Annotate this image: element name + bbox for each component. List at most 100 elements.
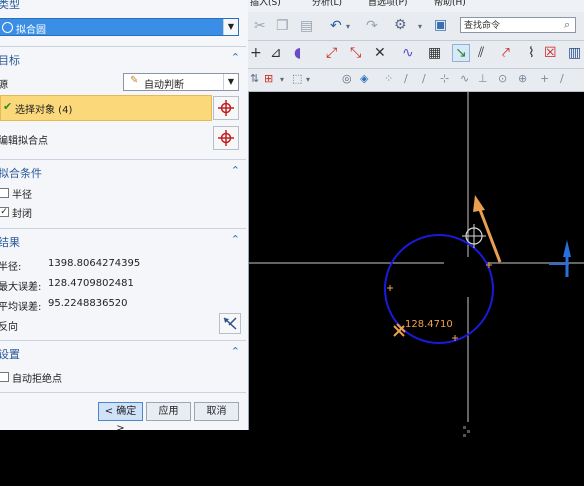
select-object-button[interactable] <box>213 96 239 120</box>
radius-checkbox[interactable] <box>0 188 9 198</box>
chevron-down-icon[interactable]: ▾ <box>346 19 350 35</box>
divider <box>0 392 246 393</box>
copy-icon[interactable]: ❐ <box>276 18 289 34</box>
source-dropdown[interactable]: ✎ 自动判断 ▼ <box>123 73 239 91</box>
auto-reject-checkbox[interactable] <box>0 372 9 382</box>
reverse-direction-button[interactable] <box>219 313 241 334</box>
snap-perp-icon[interactable]: ⊥ <box>478 71 488 87</box>
circle-icon <box>2 22 13 33</box>
tangent-icon[interactable]: ⤡ <box>350 45 361 61</box>
intersect-icon[interactable]: ✕ <box>374 45 386 61</box>
avg-error-value: 95.2248836520 <box>48 298 128 309</box>
filter-icon[interactable]: ⇅ <box>250 71 259 87</box>
curve-toolbar: + ⊿ ◖ ⤢ ⤡ ✕ ∿ ▦ ↘ ⫽ ⤤ ⌇ ☒ ▥ <box>248 41 584 69</box>
snap-circle-icon[interactable]: ⊙ <box>498 71 507 87</box>
settings-header[interactable]: 设置 ⌃ <box>0 344 246 362</box>
bridge-icon[interactable]: ⤤ <box>502 45 510 61</box>
rect-select-icon[interactable]: ⬚ <box>292 71 302 87</box>
radius-checkbox-label: 半径 <box>12 190 32 201</box>
snap-mid-icon[interactable]: ∕ <box>422 71 426 87</box>
extend-icon[interactable]: ⌇ <box>528 45 535 61</box>
collapse-chevron-icon[interactable]: ⌃ <box>231 0 240 8</box>
snap-end-icon[interactable]: ∕ <box>404 71 408 87</box>
graphics-viewport[interactable]: 128.4710 <box>249 92 584 486</box>
menu-preferences[interactable]: 首选项(P) <box>368 0 407 8</box>
chevron-down-icon[interactable]: ▼ <box>223 74 238 90</box>
reverse-arrows-icon <box>223 317 237 330</box>
apply-button[interactable]: 应用 <box>146 402 191 421</box>
edit-points-label: 编辑拟合点 <box>0 136 48 147</box>
collapse-chevron-icon[interactable]: ⌃ <box>231 164 240 177</box>
standard-toolbar: ✂ ❐ ▤ ↶ ▾ ↷ ⚙ ▾ ▣ 查找命令 ⌕ <box>248 12 584 41</box>
collapse-chevron-icon[interactable]: ⌃ <box>231 51 240 64</box>
sphere-icon[interactable]: ◎ <box>342 71 352 87</box>
snap-grid-icon[interactable]: ⁘ <box>384 71 393 87</box>
source-label: 源 <box>0 76 8 91</box>
search-command-input[interactable]: 查找命令 <box>460 17 576 33</box>
snap-line-icon[interactable]: ∕ <box>560 71 564 87</box>
results-header[interactable]: 结果 ⌃ <box>0 232 246 250</box>
chevron-down-icon[interactable]: ▾ <box>280 72 284 88</box>
divider <box>0 340 246 341</box>
select-object-row[interactable]: ✔ 选择对象 (4) <box>0 95 212 121</box>
fit-type-dropdown[interactable]: 拟合圆 ▼ <box>0 18 239 36</box>
menu-insert[interactable]: 插入(S) <box>250 0 281 8</box>
chevron-down-icon[interactable]: ▾ <box>418 19 422 35</box>
direction-vector-head <box>473 195 485 212</box>
snap-point-icon[interactable]: ⊞ <box>264 71 273 87</box>
max-error-point-marker <box>393 323 406 337</box>
snap-center-icon[interactable]: ⊹ <box>440 71 449 87</box>
line-icon[interactable]: ⤢ <box>326 45 337 61</box>
cube-icon[interactable]: ◈ <box>360 71 368 87</box>
triad-arrow-head <box>563 240 571 257</box>
arc-icon[interactable]: ◖ <box>294 45 301 61</box>
command-finder-icon[interactable]: ⚙ <box>394 17 407 33</box>
target-section-header[interactable]: 目标 ⌃ <box>0 50 246 68</box>
profile-icon[interactable]: ⊿ <box>270 45 282 61</box>
collapse-chevron-icon[interactable]: ⌃ <box>231 233 240 246</box>
menu-analysis[interactable]: 分析(L) <box>312 0 342 8</box>
radius-result-label: 半径: <box>0 262 22 273</box>
auto-reject-label: 自动拒绝点 <box>12 374 62 385</box>
wand-icon: ✎ <box>130 75 139 86</box>
check-icon[interactable]: ☒ <box>544 45 557 61</box>
fit-conditions-header[interactable]: 拟合条件 ⌃ <box>0 163 246 181</box>
chevron-down-icon[interactable]: ▼ <box>223 19 238 35</box>
checkmark-icon: ✔ <box>3 100 13 113</box>
point-icon[interactable]: + <box>250 45 262 61</box>
type-section-title: 类型 <box>0 0 20 11</box>
viewport-canvas[interactable] <box>249 92 584 486</box>
crosshair-icon <box>218 130 234 146</box>
results-title: 结果 <box>0 236 20 249</box>
cut-icon[interactable]: ✂ <box>254 18 266 34</box>
cancel-button[interactable]: 取消 <box>194 402 239 421</box>
closed-checkbox[interactable]: ✓ <box>0 207 9 217</box>
table-icon[interactable]: ▦ <box>428 45 441 61</box>
selection-toolbar: ⇅ ⊞ ▾ ⬚ ▾ ◎ ◈ ⁘ ∕ ∕ ⊹ ∿ ⊥ ⊙ ⊕ + ∕ <box>248 69 584 92</box>
spline-icon[interactable]: ∿ <box>402 45 414 61</box>
type-section-header[interactable]: 类型 ⌃ <box>0 0 246 12</box>
view-triad-icon <box>463 426 470 437</box>
max-error-annotation: 128.4710 <box>405 319 453 330</box>
chevron-down-icon[interactable]: ▾ <box>306 72 310 88</box>
closed-checkbox-label: 封闭 <box>12 209 32 220</box>
max-error-label: 最大误差: <box>0 282 42 293</box>
grid-icon[interactable]: ▥ <box>568 45 581 61</box>
divider <box>0 46 246 47</box>
fit-curve-dialog: 类型 ⌃ 拟合圆 ▼ 目标 ⌃ 源 ✎ 自动判断 ▼ ✔ 选择对象 (4) 编辑… <box>0 0 249 430</box>
snap-curve-icon[interactable]: ∿ <box>460 71 469 87</box>
menu-help[interactable]: 帮助(H) <box>434 0 466 8</box>
undo-icon[interactable]: ↶ <box>330 18 342 34</box>
fit-curve-icon[interactable]: ↘ <box>452 44 470 62</box>
snap-quadrant-icon[interactable]: ⊕ <box>518 71 527 87</box>
window-icon[interactable]: ▣ <box>434 17 447 33</box>
snap-point-plus-icon[interactable]: + <box>540 71 549 87</box>
paste-icon[interactable]: ▤ <box>300 18 313 34</box>
edit-points-button[interactable] <box>213 126 239 150</box>
ok-button[interactable]: < 确定 > <box>98 402 143 430</box>
offset-icon[interactable]: ⫽ <box>478 45 484 61</box>
collapse-chevron-icon[interactable]: ⌃ <box>231 345 240 358</box>
redo-icon[interactable]: ↷ <box>366 18 378 34</box>
divider <box>0 228 246 229</box>
search-icon[interactable]: ⌕ <box>564 17 570 33</box>
